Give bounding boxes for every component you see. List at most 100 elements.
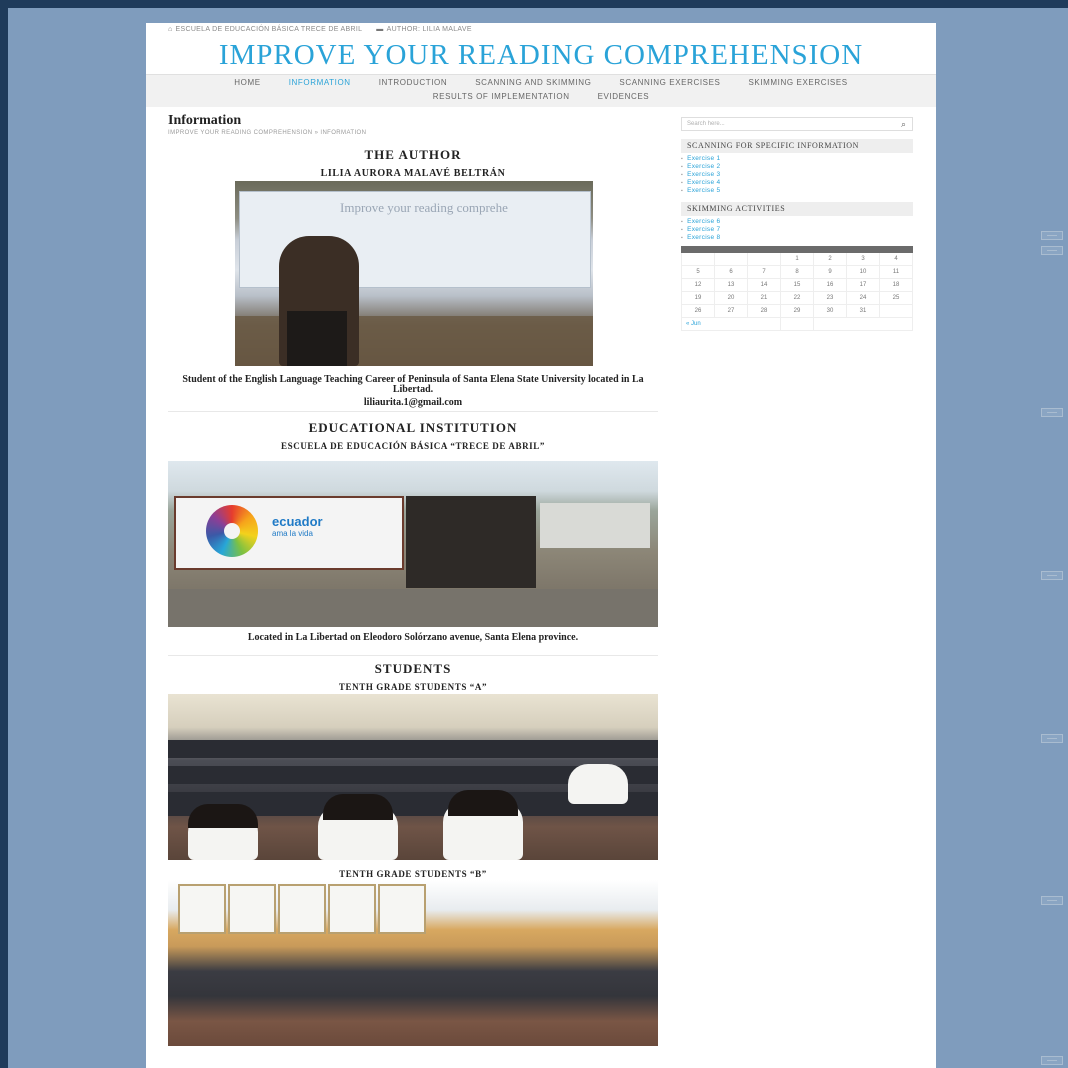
calendar-day: 15 <box>780 278 814 292</box>
person-legs <box>287 311 347 366</box>
calendar-day: 6 <box>714 265 748 279</box>
calendar-day: 31 <box>846 304 880 318</box>
students-group-a-label: TENTH GRADE STUDENTS “A” <box>338 682 488 692</box>
nav-home[interactable]: HOME <box>220 78 274 87</box>
page-title: Information <box>168 113 242 128</box>
scroll-marker[interactable] <box>1041 1056 1063 1065</box>
institution-name: ESCUELA DE EDUCACIÓN BÁSICA “TRECE DE AB… <box>281 441 545 451</box>
site-title[interactable]: IMPROVE YOUR READING COMPREHENSION <box>146 39 936 72</box>
student-figure <box>568 764 628 804</box>
calendar-day: 4 <box>879 252 913 266</box>
calendar-day: 1 <box>780 252 814 266</box>
logo-center <box>224 523 240 539</box>
topbar-author[interactable]: ▬ AUTHOR: LILIA MALAVE <box>376 26 472 33</box>
author-name: LILIA AURORA MALAVÉ BELTRÁN <box>320 168 506 179</box>
main-content: Information IMPROVE YOUR READING COMPREH… <box>168 113 658 136</box>
nav-evidences[interactable]: EVIDENCES <box>584 92 664 101</box>
calendar-week: 12 13 14 15 16 17 18 <box>681 278 913 292</box>
student-hair <box>448 790 518 816</box>
nav-information[interactable]: INFORMATION <box>275 78 365 87</box>
calendar-day: 10 <box>846 265 880 279</box>
calendar-day: 20 <box>714 291 748 305</box>
nav-skimming-exercises[interactable]: SKIMMING EXERCISES <box>734 78 861 87</box>
list-item[interactable]: Exercise 4 <box>681 179 913 187</box>
calendar-day: 12 <box>681 278 715 292</box>
nav-scanning-exercises[interactable]: SCANNING EXERCISES <box>605 78 734 87</box>
sidebar: Search here... ⌕ SCANNING FOR SPECIFIC I… <box>681 117 913 331</box>
students-b-photo <box>168 880 658 1046</box>
nav-scanning-and-skimming[interactable]: SCANNING AND SKIMMING <box>461 78 605 87</box>
calendar-footer: « Jun <box>681 317 913 331</box>
calendar-week: 19 20 21 22 23 24 25 <box>681 291 913 305</box>
calendar-day <box>747 252 781 266</box>
search-input[interactable]: Search here... ⌕ <box>681 117 913 131</box>
calendar-day: 28 <box>747 304 781 318</box>
calendar-week: 5 6 7 8 9 10 11 <box>681 265 913 279</box>
student-hair <box>323 794 393 820</box>
nav-row-2: RESULTS OF IMPLEMENTATION EVIDENCES <box>146 92 936 101</box>
author-description: Student of the English Language Teaching… <box>182 374 644 395</box>
student-hair <box>168 936 252 976</box>
window-frame-top <box>0 0 1068 8</box>
page-container: ⌂ ESCUELA DE EDUCACIÓN BÁSICA TRECE DE AB… <box>146 23 936 1068</box>
wall-logo-subtext: ama la vida <box>272 529 313 538</box>
list-item[interactable]: Exercise 5 <box>681 187 913 195</box>
school-photo: ecuador ama la vida <box>168 461 658 627</box>
scanning-exercise-list: Exercise 1 Exercise 2 Exercise 3 Exercis… <box>681 155 913 195</box>
calendar-day <box>681 252 715 266</box>
classroom-window <box>328 884 376 934</box>
calendar-day: 18 <box>879 278 913 292</box>
scroll-marker[interactable] <box>1041 571 1063 580</box>
nav-results[interactable]: RESULTS OF IMPLEMENTATION <box>419 92 584 101</box>
side-wall <box>540 503 650 548</box>
scroll-marker[interactable] <box>1041 408 1063 417</box>
list-item[interactable]: Exercise 7 <box>681 226 913 234</box>
calendar-week: 1 2 3 4 <box>681 252 913 266</box>
divider <box>168 411 658 412</box>
author-email[interactable]: liliaurita.1@gmail.com <box>168 398 658 408</box>
calendar-day: 27 <box>714 304 748 318</box>
widget-title-scanning: SCANNING FOR SPECIFIC INFORMATION <box>681 139 913 153</box>
institution-location: Located in La Libertad on Eleodoro Solór… <box>247 632 579 643</box>
list-item[interactable]: Exercise 1 <box>681 155 913 163</box>
calendar-day: 5 <box>681 265 715 279</box>
search-icon[interactable]: ⌕ <box>901 119 906 130</box>
calendar-day: 19 <box>681 291 715 305</box>
home-icon: ⌂ <box>168 26 173 33</box>
list-item[interactable]: Exercise 6 <box>681 218 913 226</box>
school-gate <box>406 496 536 588</box>
scroll-marker[interactable] <box>1041 896 1063 905</box>
calendar-day: 14 <box>747 278 781 292</box>
calendar-day: 25 <box>879 291 913 305</box>
calendar-day: 3 <box>846 252 880 266</box>
calendar-week: 26 27 28 29 30 31 <box>681 304 913 318</box>
calendar-day <box>879 304 913 318</box>
topbar-author-label: AUTHOR: LILIA MALAVE <box>386 26 472 33</box>
calendar-day: 26 <box>681 304 715 318</box>
calendar-day: 11 <box>879 265 913 279</box>
classroom-window <box>278 884 326 934</box>
list-item[interactable]: Exercise 8 <box>681 234 913 242</box>
classroom-window <box>228 884 276 934</box>
list-item[interactable]: Exercise 3 <box>681 171 913 179</box>
students-group-b-label: TENTH GRADE STUDENTS “B” <box>339 869 487 879</box>
calendar-prev-link[interactable]: « Jun <box>681 317 781 331</box>
breadcrumb[interactable]: IMPROVE YOUR READING COMPREHENSION » INF… <box>168 130 658 136</box>
classroom-window <box>378 884 426 934</box>
calendar-day: 29 <box>780 304 814 318</box>
calendar-day: 9 <box>813 265 847 279</box>
calendar-day: 2 <box>813 252 847 266</box>
student-hair <box>188 804 258 828</box>
computer-row <box>168 740 658 758</box>
scroll-marker[interactable] <box>1041 231 1063 240</box>
list-item[interactable]: Exercise 2 <box>681 163 913 171</box>
scroll-marker[interactable] <box>1041 734 1063 743</box>
nav-introduction[interactable]: INTRODUCTION <box>365 78 462 87</box>
wall-logo-text: ecuador <box>272 514 323 529</box>
calendar-day: 7 <box>747 265 781 279</box>
scroll-marker[interactable] <box>1041 246 1063 255</box>
search-placeholder: Search here... <box>687 121 725 127</box>
calendar-day: 24 <box>846 291 880 305</box>
students-section-title: STUDENTS <box>374 661 452 676</box>
topbar-school[interactable]: ⌂ ESCUELA DE EDUCACIÓN BÁSICA TRECE DE AB… <box>168 26 362 33</box>
